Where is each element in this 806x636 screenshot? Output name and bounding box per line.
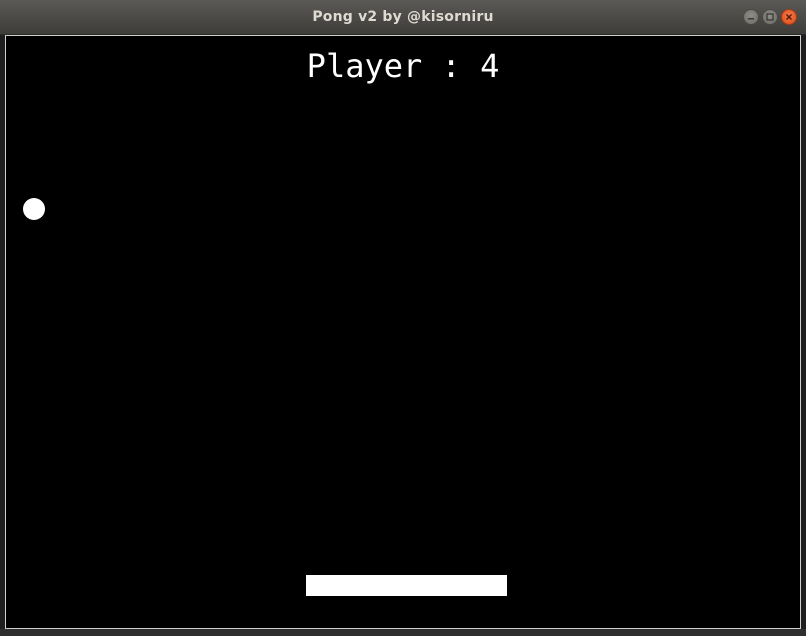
game-canvas[interactable]: Player : 4 [5, 35, 801, 629]
maximize-button[interactable] [762, 9, 778, 25]
ball [23, 198, 45, 220]
window-title: Pong v2 by @kisorniru [312, 9, 494, 25]
player-score: Player : 4 [306, 47, 500, 85]
minimize-icon [747, 13, 755, 21]
close-button[interactable] [781, 9, 797, 25]
window-bottom-edge [0, 629, 806, 636]
close-icon [785, 13, 793, 21]
minimize-button[interactable] [743, 9, 759, 25]
app-window: Pong v2 by @kisorniru Player : 4 [0, 0, 806, 636]
player-paddle[interactable] [306, 575, 507, 596]
maximize-icon [766, 13, 774, 21]
title-bar[interactable]: Pong v2 by @kisorniru [0, 0, 806, 35]
window-right-edge [801, 35, 806, 629]
